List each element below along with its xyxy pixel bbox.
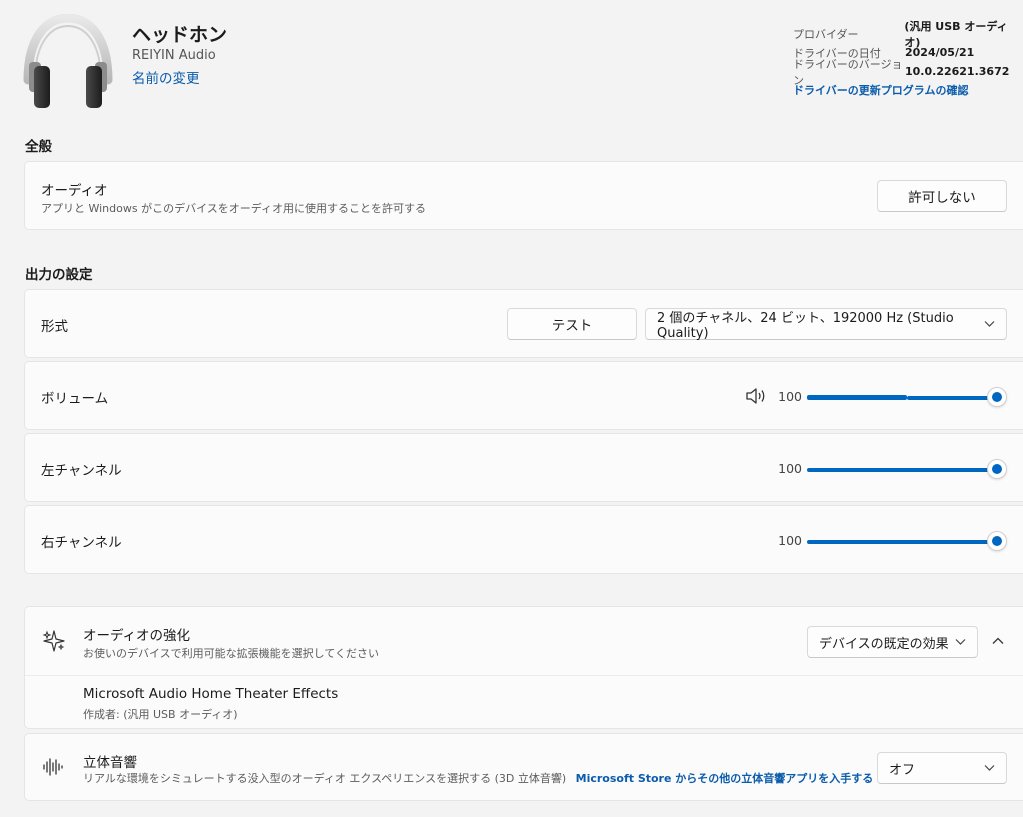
chevron-down-icon	[955, 635, 966, 650]
driver-version-row: ドライバーのバージョン 10.0.22621.3672	[793, 58, 1023, 87]
audio-allow-description: アプリと Windows がこのデバイスをオーディオ用に使用することを許可する	[41, 202, 426, 215]
effect-name: Microsoft Audio Home Theater Effects	[83, 686, 339, 702]
spatial-title: 立体音響	[83, 755, 137, 771]
right-channel-title: 右チャンネル	[41, 535, 122, 551]
spatial-select[interactable]: オフ	[877, 752, 1007, 784]
left-channel-title: 左チャンネル	[41, 463, 122, 479]
spatial-description: リアルな環境をシミュレートする没入型のオーディオ エクスペリエンスを選択する (…	[83, 772, 567, 785]
spatial-description-line: リアルな環境をシミュレートする没入型のオーディオ エクスペリエンスを選択する (…	[83, 770, 873, 786]
audio-allow-card: オーディオ アプリと Windows がこのデバイスをオーディオ用に使用すること…	[24, 161, 1023, 230]
speaker-icon[interactable]	[745, 387, 767, 409]
left-channel-slider[interactable]	[807, 458, 1009, 480]
settings-page: ヘッドホン REIYIN Audio 名前の変更 プロバイダー (汎用 USB …	[0, 0, 1023, 817]
test-button[interactable]: テスト	[507, 308, 637, 340]
driver-provider-label: プロバイダー	[793, 27, 859, 41]
effect-author: 作成者: (汎用 USB オーディオ)	[83, 708, 238, 721]
enhancements-card: オーディオの強化 お使いのデバイスで利用可能な拡張機能を選択してください デバイ…	[24, 606, 1023, 729]
enhancements-title: オーディオの強化	[83, 628, 191, 644]
driver-update-link[interactable]: ドライバーの更新プログラムの確認	[793, 82, 1023, 98]
left-channel-value: 100	[778, 461, 802, 476]
driver-info: プロバイダー (汎用 USB オーディオ) ドライバーの日付 2024/05/2…	[793, 20, 1023, 98]
spatial-select-value: オフ	[889, 762, 916, 778]
right-channel-card: 右チャンネル 100	[24, 505, 1023, 574]
chevron-down-icon	[984, 761, 995, 776]
volume-slider-fill	[807, 395, 907, 400]
device-title: ヘッドホン	[132, 24, 228, 46]
soundwave-icon	[42, 756, 64, 782]
driver-provider-row: プロバイダー (汎用 USB オーディオ)	[793, 20, 1023, 49]
left-channel-slider-thumb[interactable]	[987, 459, 1007, 479]
chevron-down-icon	[984, 317, 995, 332]
driver-provider-value: (汎用 USB オーディオ)	[904, 19, 1008, 49]
volume-slider-track	[907, 396, 989, 400]
volume-card: ボリューム 100	[24, 361, 1023, 430]
volume-title: ボリューム	[41, 391, 109, 407]
general-heading: 全般	[25, 139, 52, 155]
volume-value: 100	[778, 389, 802, 404]
enhancements-description: お使いのデバイスで利用可能な拡張機能を選択してください	[83, 647, 380, 660]
chevron-up-icon[interactable]	[991, 633, 1005, 652]
enhancements-select[interactable]: デバイスの既定の効果	[807, 626, 978, 658]
store-link[interactable]: Microsoft Store からその他の立体音響アプリを入手する	[576, 772, 874, 785]
enhancements-divider	[25, 675, 1023, 676]
volume-slider-thumb[interactable]	[987, 387, 1007, 407]
rename-link[interactable]: 名前の変更	[132, 67, 200, 87]
device-manufacturer: REIYIN Audio	[132, 48, 216, 63]
right-channel-slider-track	[807, 540, 989, 544]
driver-date-value: 2024/05/21	[905, 46, 975, 59]
enhancements-select-value: デバイスの既定の効果	[819, 636, 949, 652]
right-channel-value: 100	[778, 533, 802, 548]
format-select[interactable]: 2 個のチャネル、24 ビット、192000 Hz (Studio Qualit…	[645, 308, 1007, 341]
output-heading: 出力の設定	[25, 267, 93, 283]
left-channel-slider-track	[807, 468, 989, 472]
right-channel-slider[interactable]	[807, 530, 1009, 552]
spatial-card: 立体音響 リアルな環境をシミュレートする没入型のオーディオ エクスペリエンスを選…	[24, 733, 1023, 801]
sparkle-icon	[42, 629, 66, 657]
driver-version-value: 10.0.22621.3672	[905, 65, 1010, 78]
disallow-button[interactable]: 許可しない	[877, 180, 1007, 212]
headphones-icon	[22, 13, 114, 110]
format-title: 形式	[41, 319, 68, 335]
format-select-value: 2 個のチャネル、24 ビット、192000 Hz (Studio Qualit…	[657, 311, 954, 341]
left-channel-card: 左チャンネル 100	[24, 433, 1023, 502]
volume-slider[interactable]	[807, 386, 1009, 408]
right-channel-slider-thumb[interactable]	[987, 531, 1007, 551]
format-card: 形式 テスト 2 個のチャネル、24 ビット、192000 Hz (Studio…	[24, 289, 1023, 358]
audio-allow-title: オーディオ	[41, 183, 108, 199]
